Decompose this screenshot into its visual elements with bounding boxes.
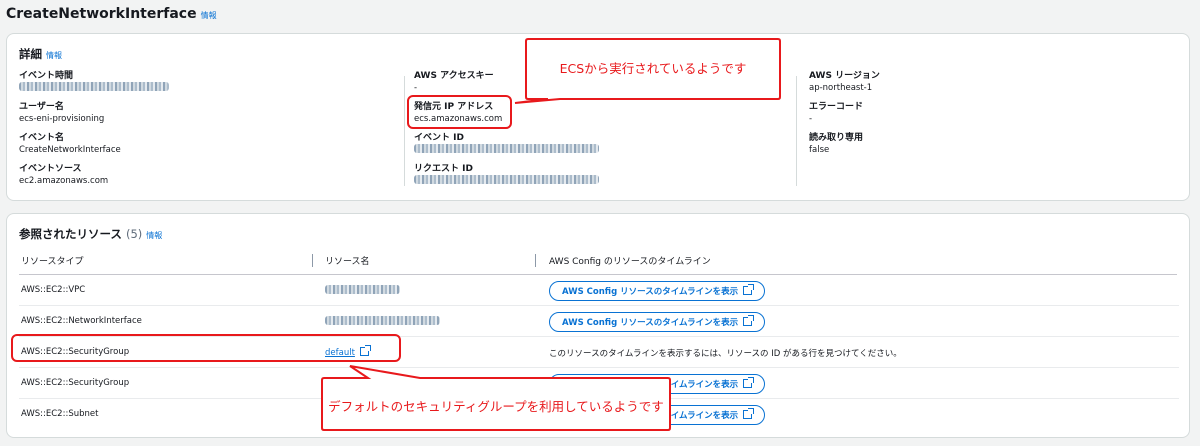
callout-text-1: ECSから実行されているようです [559, 61, 747, 76]
callout-text-2: デフォルトのセキュリティグループを利用しているようです [328, 399, 664, 414]
